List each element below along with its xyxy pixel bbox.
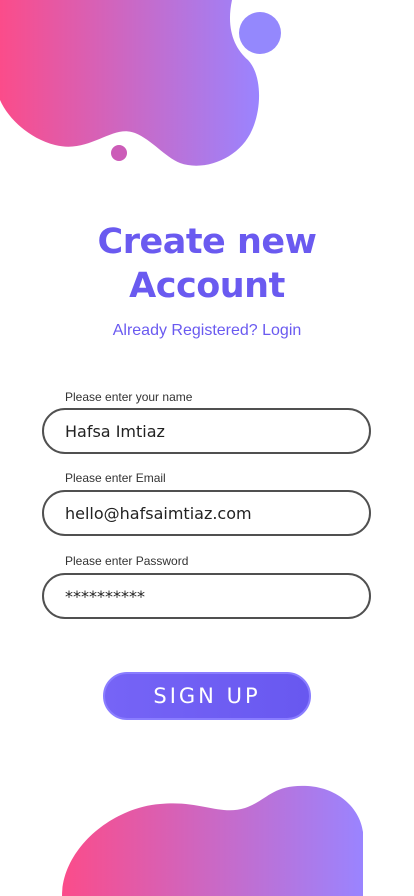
email-field-label: Please enter Email bbox=[65, 471, 166, 485]
password-field[interactable] bbox=[42, 573, 371, 619]
name-field[interactable] bbox=[42, 408, 371, 454]
email-field[interactable] bbox=[42, 490, 371, 536]
decorative-blob-bottom bbox=[62, 785, 363, 896]
decorative-circle-small bbox=[111, 145, 127, 161]
page-title: Create new Account bbox=[0, 220, 414, 308]
password-field-label: Please enter Password bbox=[65, 554, 189, 568]
sign-up-button[interactable]: SIGN UP bbox=[103, 672, 311, 720]
page-title-line2: Account bbox=[129, 266, 285, 306]
login-link[interactable]: Already Registered? Login bbox=[0, 322, 414, 340]
page-title-line1: Create new bbox=[97, 222, 317, 262]
name-field-label: Please enter your name bbox=[65, 390, 193, 404]
decorative-circle-large bbox=[239, 12, 281, 54]
